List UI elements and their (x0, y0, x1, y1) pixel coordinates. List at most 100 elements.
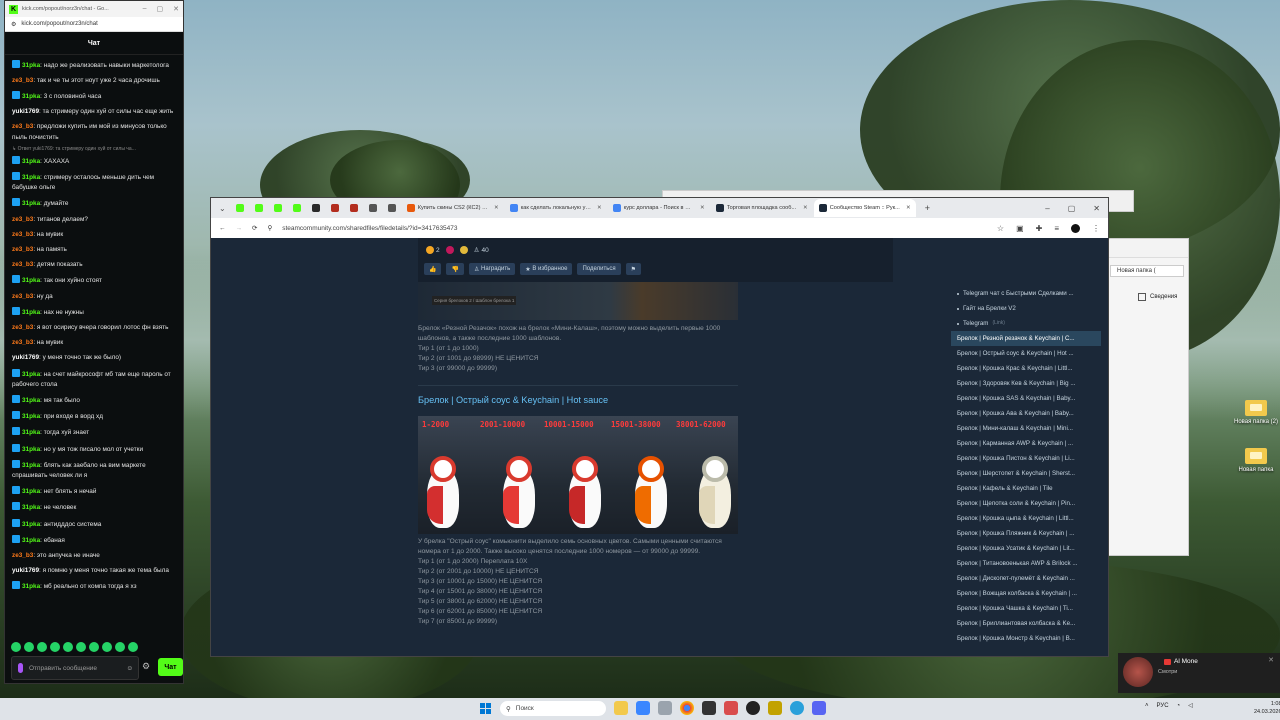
chat-username[interactable]: 31pka (22, 413, 40, 420)
guide-index-link[interactable]: Брелок | Мини-калаш & Keychain | Mini... (951, 421, 1101, 436)
cs2-icon[interactable] (702, 701, 716, 715)
thumbs-down-button[interactable]: 👎 (446, 263, 464, 275)
guide-index-link[interactable]: Брелок | Здоровяк Кев & Keychain | Big .… (951, 376, 1101, 391)
chat-message[interactable]: ze3_b3: на мувик (12, 227, 176, 242)
browser-tab[interactable] (231, 201, 249, 215)
browser-tab[interactable]: курс доллара - Поиск в G... ✕ (608, 201, 710, 215)
chat-message[interactable]: ze3_b3: на мувик (12, 336, 176, 351)
browser-tab[interactable] (364, 201, 382, 215)
browser-tab[interactable] (269, 201, 287, 215)
chat-username[interactable]: ze3_b3 (12, 231, 33, 238)
chat-settings-icon[interactable]: ⚙ (142, 661, 150, 672)
chat-username[interactable]: 31pka (22, 158, 40, 165)
chat-message[interactable]: ze3_b3: титанов делаем? (12, 212, 176, 227)
maximize-icon[interactable]: ▢ (1068, 204, 1076, 213)
guide-index-link[interactable]: Брелок | Крошка Крас & Keychain | Littl.… (951, 361, 1101, 376)
wifi-icon[interactable]: ◔ (1177, 703, 1181, 709)
chat-message[interactable]: 31pka: 3 с половиной часа (12, 88, 176, 104)
obs-icon[interactable] (746, 701, 760, 715)
desktop-folder-icon[interactable]: Новая папка (2) (1226, 400, 1280, 425)
guide-index-link[interactable]: Брелок | Титановоенькая AWP & Brilock ..… (951, 556, 1101, 571)
browser-tab[interactable]: Торговая площадка сооб... ✕ (711, 201, 813, 215)
chat-send-button[interactable]: Чат (158, 658, 183, 676)
chat-username[interactable]: 31pka (22, 429, 40, 436)
back-icon[interactable]: ← (219, 225, 226, 232)
site-settings-icon[interactable]: ⚙ (11, 21, 16, 28)
guide-index-link[interactable]: Брелок | Бриллиантовая колбаска & Ke... (951, 616, 1101, 631)
guide-index-link[interactable]: Брелок | Крошка Усатик & Keychain | Lit.… (951, 541, 1101, 556)
browser-tab[interactable] (383, 201, 401, 215)
chat-username[interactable]: ze3_b3 (12, 77, 33, 84)
menu-icon[interactable]: ⋮ (1092, 224, 1100, 233)
chat-message[interactable]: ze3_b3: я вот осирису вчера говорил лото… (12, 320, 176, 335)
telegram-icon[interactable] (790, 701, 804, 715)
chat-username[interactable]: ze3_b3 (12, 123, 33, 130)
chat-username[interactable]: 31pka (22, 446, 40, 453)
chat-username[interactable]: ze3_b3 (12, 324, 33, 331)
chat-username[interactable]: ze3_b3 (12, 552, 33, 559)
profile-avatar[interactable] (1071, 223, 1080, 233)
maximize-icon[interactable]: ▢ (157, 5, 164, 13)
chat-username[interactable]: 31pka (22, 521, 40, 528)
emote-icon[interactable] (11, 642, 21, 652)
chat-input[interactable]: Отправить сообщение ☺ (11, 656, 139, 680)
chat-username[interactable]: 31pka (22, 537, 40, 544)
share-button[interactable]: Поделиться (577, 263, 621, 275)
browser-tab[interactable] (250, 201, 268, 215)
chat-message[interactable]: 31pka: но у мя тож писало мол от учетки (12, 441, 176, 457)
chat-username[interactable]: 31pka (22, 309, 40, 316)
chat-message[interactable]: ze3_b3: это анпучка не иначе (12, 549, 176, 564)
emote-icon[interactable] (63, 642, 73, 652)
award-button[interactable]: ♙ Наградить (468, 263, 516, 275)
details-button[interactable]: Сведения (1150, 294, 1177, 300)
chat-username[interactable]: ze3_b3 (12, 293, 33, 300)
browser-tab[interactable] (345, 201, 363, 215)
chat-message[interactable]: yuki1769: у меня точно так же было) (12, 351, 176, 366)
kick-url[interactable]: kick.com/popout/norz3n/chat (21, 21, 97, 27)
chat-username[interactable]: 31pka (22, 488, 40, 495)
explorer-window[interactable]: Новая папка ( Сведения (1107, 238, 1189, 556)
chat-message[interactable]: 31pka: ебаная (12, 532, 176, 548)
guide-index-link[interactable]: Брелок | Вожщая колбаска & Keychain | ..… (951, 586, 1101, 601)
guide-index-link[interactable]: Брелок | Кафель & Keychain | Tile (951, 481, 1101, 496)
media-icon[interactable]: ≡ (1054, 224, 1059, 233)
chat-message[interactable]: yuki1769: та стримеру один хуй от силы ч… (12, 105, 176, 120)
guide-index-link[interactable]: Брелок | Крошка Монстр & Keychain | B... (951, 631, 1101, 646)
app-icon[interactable] (724, 701, 738, 715)
chat-username[interactable]: 31pka (22, 371, 40, 378)
windows-start-icon[interactable] (480, 703, 491, 714)
guide-index-link[interactable]: Брелок | Крошка Чашка & Keychain | Ti... (951, 601, 1101, 616)
language-indicator[interactable]: РУС (1157, 703, 1169, 709)
extension-icon[interactable]: ▣ (1016, 224, 1024, 233)
chat-message[interactable]: 31pka: антидддос система (12, 516, 176, 532)
tab-close-icon[interactable]: ✕ (597, 205, 602, 211)
chat-message[interactable]: ze3_b3: ну да (12, 289, 176, 304)
guide-index-link[interactable]: Брелок | Щепотка соли & Keychain | Pin..… (951, 496, 1101, 511)
close-icon[interactable]: ✕ (1268, 656, 1274, 664)
chat-username[interactable]: 31pka (22, 174, 40, 181)
emote-icon[interactable] (102, 642, 112, 652)
chat-username[interactable]: yuki1769 (12, 354, 39, 361)
chat-message[interactable]: 31pka: надо же реализовать навыки маркет… (12, 57, 176, 73)
chat-username[interactable]: 31pka (22, 93, 40, 100)
thumbs-up-button[interactable]: 👍 (424, 263, 442, 275)
notification-toast[interactable]: Al Mone Смотри ✕ (1118, 653, 1280, 693)
app-icon[interactable] (768, 701, 782, 715)
tab-close-icon[interactable]: ✕ (494, 205, 499, 211)
emote-icon[interactable] (89, 642, 99, 652)
favorite-button[interactable]: ★ В избранное (520, 263, 573, 275)
chat-username[interactable]: 31pka (22, 504, 40, 511)
minimize-icon[interactable]: – (143, 5, 147, 13)
guide-index-link[interactable]: Брелок | Крошка SAS & Keychain | Baby... (951, 391, 1101, 406)
explorer-search-input[interactable]: Новая папка ( (1117, 268, 1156, 274)
close-icon[interactable]: ✕ (1093, 204, 1100, 213)
emote-icon[interactable] (37, 642, 47, 652)
bookmark-star-icon[interactable]: ☆ (997, 224, 1004, 233)
tab-close-icon[interactable]: ✕ (803, 205, 808, 211)
chat-username[interactable]: 31pka (22, 397, 40, 404)
chat-username[interactable]: 31pka (22, 583, 40, 590)
guide-index-link[interactable]: Брелок | Крошка Пляжник & Keychain | ... (951, 526, 1101, 541)
volume-icon[interactable]: ◁ (1188, 702, 1193, 709)
guide-index-link[interactable]: Гайт на Брелки V2 (951, 301, 1101, 316)
url-field[interactable]: steamcommunity.com/sharedfiles/filedetai… (282, 225, 457, 232)
